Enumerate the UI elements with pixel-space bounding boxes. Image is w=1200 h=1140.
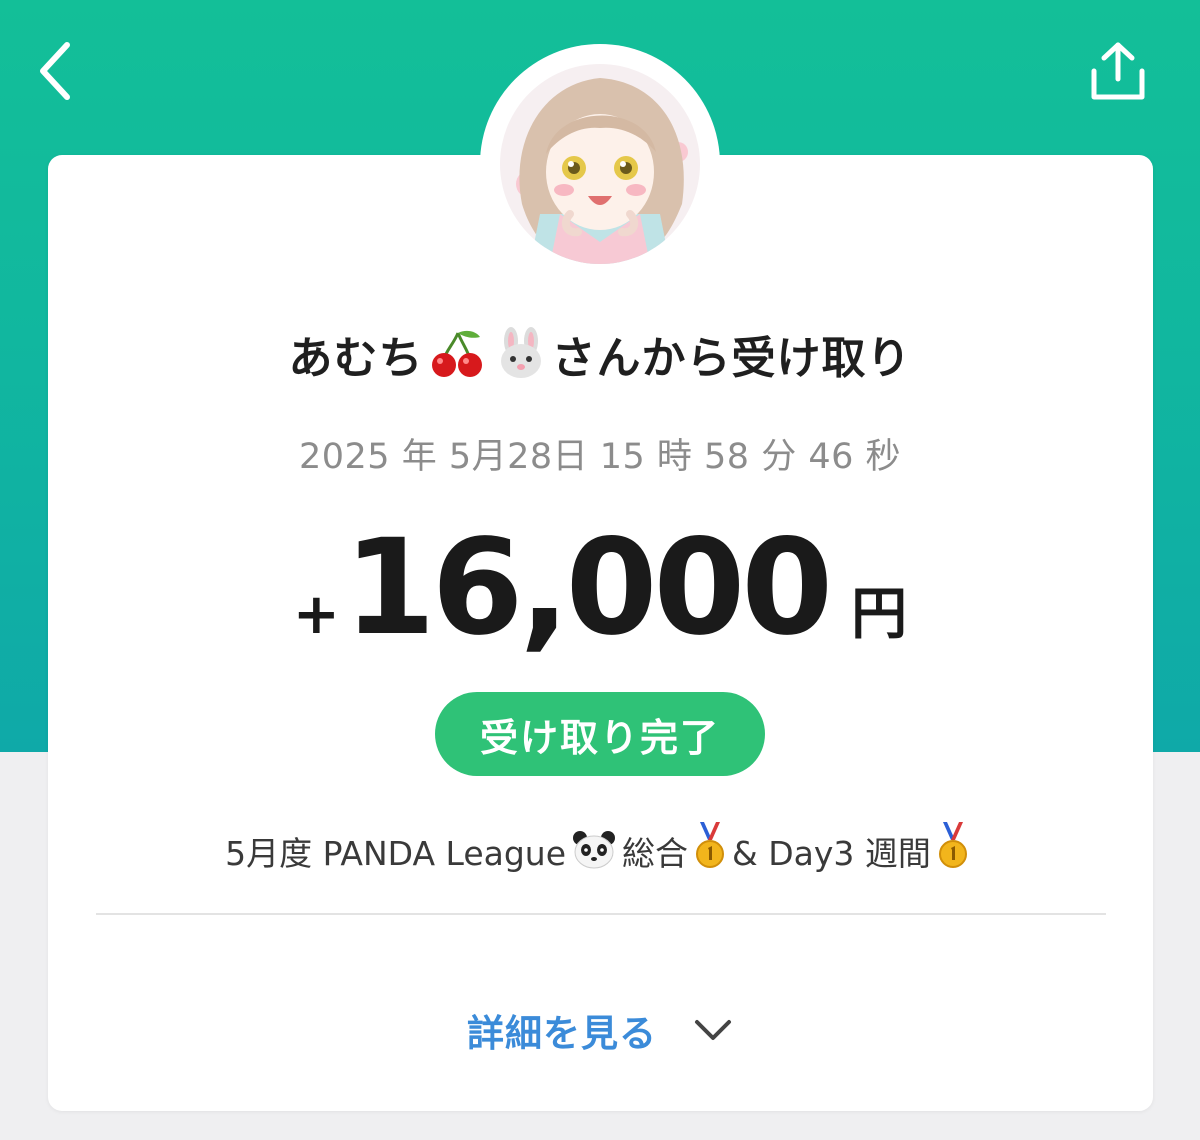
amount-display: + 16,000 円 <box>0 518 1200 658</box>
view-details-button[interactable]: 詳細を見る <box>440 998 760 1062</box>
title-suffix: さんから受け取り <box>551 333 912 384</box>
divider <box>96 913 1106 915</box>
chevron-down-icon <box>693 1017 733 1043</box>
transaction-message: 5月度 PANDA League 総合 & Day3 週間 <box>0 822 1200 878</box>
chevron-left-icon <box>40 42 70 100</box>
rabbit-face-icon <box>494 327 548 390</box>
share-icon <box>1091 42 1145 100</box>
gold-medal-icon <box>694 822 726 878</box>
amount-sign: + <box>292 582 340 647</box>
sender-avatar[interactable] <box>500 64 700 264</box>
transaction-title: あむち さんから受け取り <box>0 322 1200 390</box>
share-button[interactable] <box>1078 36 1158 106</box>
view-details-label: 詳細を見る <box>467 1012 657 1055</box>
status-badge: 受け取り完了 <box>435 692 765 776</box>
panda-face-icon <box>572 830 616 878</box>
message-text-2: 総合 <box>622 834 689 873</box>
back-button[interactable] <box>22 36 88 106</box>
currency-label: 円 <box>851 582 908 647</box>
transaction-datetime: 2025 年 5月28日 15 時 58 分 46 秒 <box>299 437 901 477</box>
amount-value: 16,000 <box>343 511 833 665</box>
sender-name: あむち <box>288 333 424 384</box>
message-text-1: 5月度 PANDA League <box>225 834 567 873</box>
message-text-3: & Day3 週間 <box>732 834 931 873</box>
gold-medal-icon <box>937 822 969 878</box>
avatar-illustration <box>500 64 700 264</box>
cherry-icon <box>428 329 486 390</box>
